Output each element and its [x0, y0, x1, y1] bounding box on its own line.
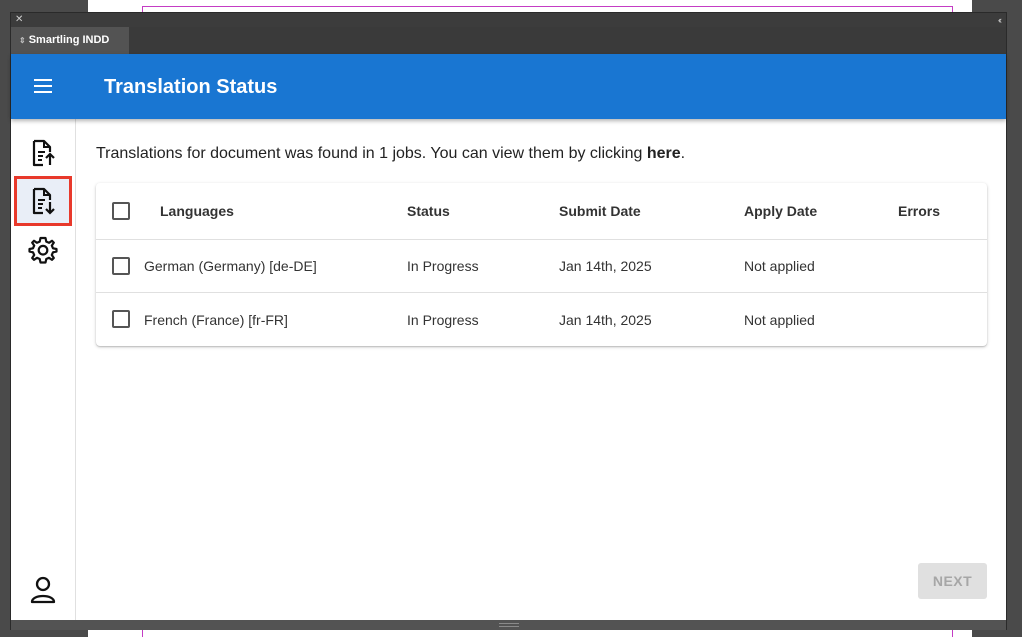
table-row[interactable]: German (Germany) [de-DE] In Progress Jan…	[96, 240, 987, 293]
cell-submit-date: Jan 14th, 2025	[559, 311, 652, 328]
header-status[interactable]: Status	[407, 183, 450, 239]
cell-apply-date: Not applied	[744, 311, 815, 328]
panel-bottom-bar	[11, 620, 1006, 630]
cell-submit-date: Jan 14th, 2025	[559, 258, 652, 274]
main-content: Translations for document was found in 1…	[96, 119, 987, 620]
cell-status: In Progress	[407, 258, 479, 274]
settings-gear-icon	[28, 236, 58, 264]
row-checkbox[interactable]	[112, 257, 130, 275]
header-submit-date[interactable]: Submit Date	[559, 183, 641, 239]
row-checkbox[interactable]	[112, 310, 130, 328]
cell-apply-date: Not applied	[744, 258, 815, 274]
panel-tab-label: Smartling INDD	[28, 34, 110, 46]
close-icon[interactable]: ✕	[15, 13, 23, 27]
side-navigation	[11, 119, 76, 620]
panel-tab[interactable]: ⇕ Smartling INDD	[11, 27, 129, 54]
header-errors[interactable]: Errors	[898, 183, 940, 239]
upload-document-icon	[32, 139, 55, 167]
resize-grip-icon[interactable]	[499, 623, 519, 627]
panel-top-bar: ✕ ‹‹	[11, 13, 1006, 27]
cell-language: French (France) [fr-FR]	[144, 311, 288, 328]
cell-language: German (Germany) [de-DE]	[144, 258, 317, 274]
download-document-icon	[32, 187, 55, 215]
table-row[interactable]: French (France) [fr-FR] In Progress Jan …	[96, 293, 987, 346]
page-title: Translation Status	[104, 76, 278, 98]
info-text-prefix: Translations for document was found in 1…	[96, 145, 647, 162]
header-apply-date[interactable]: Apply Date	[744, 183, 817, 239]
nav-upload-document[interactable]	[14, 128, 72, 178]
hamburger-menu-icon[interactable]	[31, 74, 55, 98]
cell-status: In Progress	[407, 311, 479, 328]
nav-settings[interactable]	[14, 225, 72, 275]
plugin-panel: ✕ ‹‹ ⇕Smartling INDD Translation Status	[10, 12, 1007, 630]
nav-download-document[interactable]	[14, 176, 72, 226]
header-languages[interactable]: Languages	[160, 183, 234, 239]
nav-profile[interactable]	[14, 565, 72, 615]
translations-table: Languages Status Submit Date Apply Date …	[96, 183, 987, 346]
select-all-checkbox[interactable]	[112, 202, 130, 220]
panel-tab-bar: ⇕ Smartling INDD	[11, 27, 1006, 54]
info-text-suffix: .	[680, 145, 686, 162]
next-button[interactable]: NEXT	[918, 563, 987, 599]
collapse-panel-icon[interactable]: ‹‹	[998, 13, 1002, 27]
view-jobs-link[interactable]: here	[647, 145, 681, 162]
jobs-info-text: Translations for document was found in 1…	[96, 145, 685, 163]
user-profile-icon	[30, 576, 56, 604]
app-bar: Translation Status	[11, 54, 1006, 119]
plugin-content: Translation Status Translations for docu…	[11, 54, 1006, 620]
table-header-row: Languages Status Submit Date Apply Date …	[96, 183, 987, 240]
tab-grip-icon: ⇕	[19, 36, 26, 45]
